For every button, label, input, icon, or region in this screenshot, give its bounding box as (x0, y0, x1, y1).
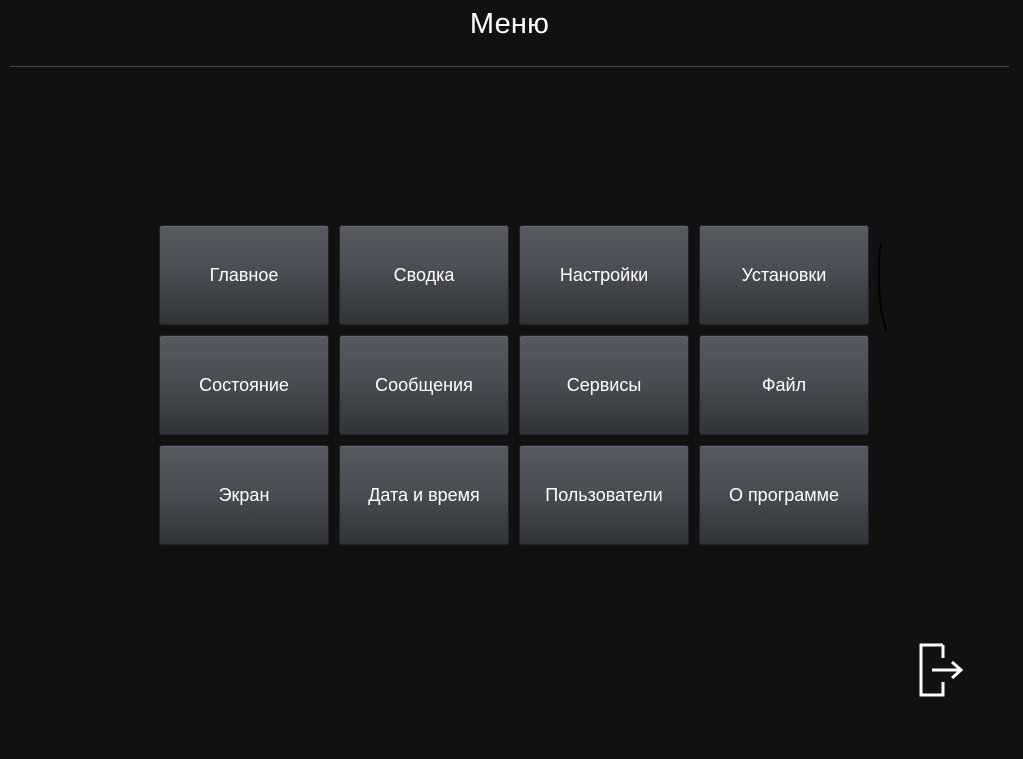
menu-button-label: Сводка (393, 264, 455, 285)
stray-mark (878, 243, 887, 331)
menu-button-messages[interactable]: Сообщения (339, 335, 509, 435)
menu-button-label: О программе (728, 484, 840, 505)
menu-button-setpoints[interactable]: Установки (699, 225, 869, 325)
menu-button-label: Сообщения (375, 374, 473, 395)
menu-button-label: Дата и время (368, 484, 480, 505)
menu-button-file[interactable]: Файл (699, 335, 869, 435)
header: Меню (10, 0, 1009, 67)
page-title: Меню (469, 8, 550, 40)
menu-button-label: Главное (209, 264, 279, 285)
menu-button-label: Сервисы (566, 374, 642, 395)
menu-button-about[interactable]: О программе (699, 445, 869, 545)
menu-screen: Меню Главное Сводка Настройки Установки … (0, 0, 1023, 759)
menu-button-label: Пользователи (545, 484, 663, 505)
menu-button-label: Экран (218, 484, 270, 505)
menu-button-screen[interactable]: Экран (159, 445, 329, 545)
menu-button-label: Состояние (199, 374, 289, 395)
menu-grid: Главное Сводка Настройки Установки Состо… (159, 225, 869, 545)
logout-icon (919, 643, 964, 697)
menu-button-summary[interactable]: Сводка (339, 225, 509, 325)
menu-button-label: Установки (741, 264, 827, 285)
menu-button-label: Файл (761, 374, 807, 395)
menu-button-users[interactable]: Пользователи (519, 445, 689, 545)
menu-button-settings[interactable]: Настройки (519, 225, 689, 325)
logout-button[interactable] (912, 640, 968, 700)
menu-button-datetime[interactable]: Дата и время (339, 445, 509, 545)
menu-button-label: Настройки (559, 264, 649, 285)
menu-button-services[interactable]: Сервисы (519, 335, 689, 435)
menu-button-main[interactable]: Главное (159, 225, 329, 325)
menu-button-status[interactable]: Состояние (159, 335, 329, 435)
